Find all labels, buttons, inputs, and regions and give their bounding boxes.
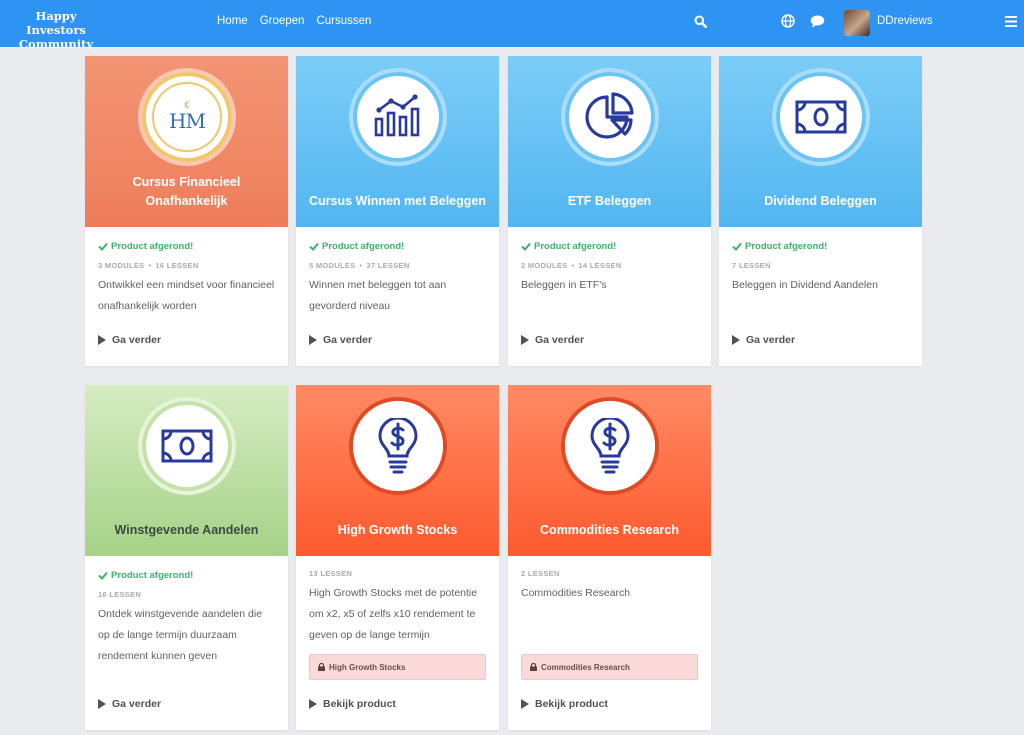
pie-chart-icon xyxy=(585,92,634,139)
course-meta: 7 LESSEN xyxy=(732,261,771,270)
lightbulb-badge xyxy=(353,401,443,491)
continue-button[interactable]: Ga verder xyxy=(98,334,161,346)
card-title[interactable]: Winstgevende Aandelen xyxy=(85,521,288,540)
locked-product-notice: Commodities Research xyxy=(521,654,698,680)
continue-button[interactable]: Ga verder xyxy=(732,334,795,346)
banknote-icon xyxy=(795,100,847,134)
main-nav: Home Groepen Cursussen xyxy=(217,15,371,27)
card-description: Beleggen in ETF's xyxy=(521,279,607,291)
view-product-button[interactable]: Bekijk product xyxy=(309,698,396,710)
nav-cursussen[interactable]: Cursussen xyxy=(316,15,371,27)
card-header: Winstgevende Aandelen xyxy=(85,385,288,556)
banknote-icon xyxy=(161,429,213,463)
banknote-badge xyxy=(142,401,232,491)
play-icon xyxy=(98,335,106,345)
lock-icon xyxy=(318,663,325,671)
course-meta: 13 LESSEN xyxy=(309,569,353,578)
play-icon xyxy=(732,335,740,345)
bar-chart-icon xyxy=(374,94,420,137)
course-card-financieel-onafhankelijk[interactable]: € HM Cursus Financieel Onafhankelijk Pro… xyxy=(85,56,288,366)
play-icon xyxy=(521,335,529,345)
lightbulb-dollar-icon xyxy=(378,418,418,474)
card-header: Cursus Winnen met Beleggen xyxy=(296,56,499,227)
brand-logo[interactable]: Happy Investors Community xyxy=(6,9,106,51)
completed-status: Product afgerond! xyxy=(98,240,275,252)
course-meta: 2 MODULES • 14 LESSEN xyxy=(521,261,622,270)
search-icon[interactable] xyxy=(692,13,708,29)
lightbulb-dollar-icon xyxy=(590,418,630,474)
card-header: € HM Cursus Financieel Onafhankelijk xyxy=(85,56,288,227)
lock-icon xyxy=(530,663,537,671)
course-meta: 16 LESSEN xyxy=(98,590,142,599)
chat-icon[interactable] xyxy=(809,13,825,29)
completed-status: Product afgerond! xyxy=(309,240,486,252)
card-title[interactable]: Cursus Financieel Onafhankelijk xyxy=(85,173,288,211)
course-meta: 5 MODULES • 37 LESSEN xyxy=(309,261,410,270)
course-card-winnen-met-beleggen[interactable]: Cursus Winnen met Beleggen Product afger… xyxy=(296,56,499,366)
completed-status: Product afgerond! xyxy=(98,569,275,581)
card-description: Ontwikkel een mindset voor financieel on… xyxy=(98,279,275,312)
pie-chart-badge xyxy=(565,72,655,162)
card-title[interactable]: ETF Beleggen xyxy=(508,192,711,211)
course-card-etf-beleggen[interactable]: ETF Beleggen Product afgerond! 2 MODULES… xyxy=(508,56,711,366)
card-description: High Growth Stocks met de potentie om x2… xyxy=(309,587,478,641)
play-icon xyxy=(309,699,317,709)
hm-logo-badge: € HM xyxy=(142,72,232,162)
card-title[interactable]: Cursus Winnen met Beleggen xyxy=(296,192,499,211)
card-header: Commodities Research xyxy=(508,385,711,556)
course-card-dividend-beleggen[interactable]: Dividend Beleggen Product afgerond! 7 LE… xyxy=(719,56,922,366)
card-description: Winnen met beleggen tot aan gevorderd ni… xyxy=(309,279,447,312)
course-meta: 2 LESSEN xyxy=(521,569,560,578)
view-product-button[interactable]: Bekijk product xyxy=(521,698,608,710)
card-header: High Growth Stocks xyxy=(296,385,499,556)
card-title[interactable]: Commodities Research xyxy=(508,521,711,540)
card-header: Dividend Beleggen xyxy=(719,56,922,227)
globe-icon[interactable] xyxy=(780,13,796,29)
lightbulb-badge xyxy=(565,401,655,491)
card-title[interactable]: High Growth Stocks xyxy=(296,521,499,540)
nav-groepen[interactable]: Groepen xyxy=(260,15,305,27)
course-card-commodities-research[interactable]: Commodities Research 2 LESSEN Commoditie… xyxy=(508,385,711,730)
top-navigation-bar: Happy Investors Community Home Groepen C… xyxy=(0,0,1024,51)
play-icon xyxy=(521,699,529,709)
completed-status: Product afgerond! xyxy=(732,240,909,252)
play-icon xyxy=(309,335,317,345)
user-avatar[interactable] xyxy=(844,10,870,36)
completed-status: Product afgerond! xyxy=(521,240,698,252)
card-description: Ontdek winstgevende aandelen die op de l… xyxy=(98,608,263,662)
continue-button[interactable]: Ga verder xyxy=(98,698,161,710)
play-icon xyxy=(98,699,106,709)
username[interactable]: DDreviews xyxy=(877,15,933,27)
banknote-badge xyxy=(776,72,866,162)
continue-button[interactable]: Ga verder xyxy=(309,334,372,346)
card-header: ETF Beleggen xyxy=(508,56,711,227)
bar-chart-badge xyxy=(353,72,443,162)
card-description: Beleggen in Dividend Aandelen xyxy=(732,279,878,291)
nav-home[interactable]: Home xyxy=(217,15,248,27)
continue-button[interactable]: Ga verder xyxy=(521,334,584,346)
card-title[interactable]: Dividend Beleggen xyxy=(719,192,922,211)
course-card-high-growth-stocks[interactable]: High Growth Stocks 13 LESSEN High Growth… xyxy=(296,385,499,730)
course-meta: 3 MODULES • 16 LESSEN xyxy=(98,261,199,270)
card-description: Commodities Research xyxy=(521,587,631,599)
menu-icon[interactable] xyxy=(1003,13,1019,29)
course-card-winstgevende-aandelen[interactable]: Winstgevende Aandelen Product afgerond! … xyxy=(85,385,288,730)
hm-logo-icon: HM xyxy=(169,109,206,133)
locked-product-notice: High Growth Stocks xyxy=(309,654,486,680)
